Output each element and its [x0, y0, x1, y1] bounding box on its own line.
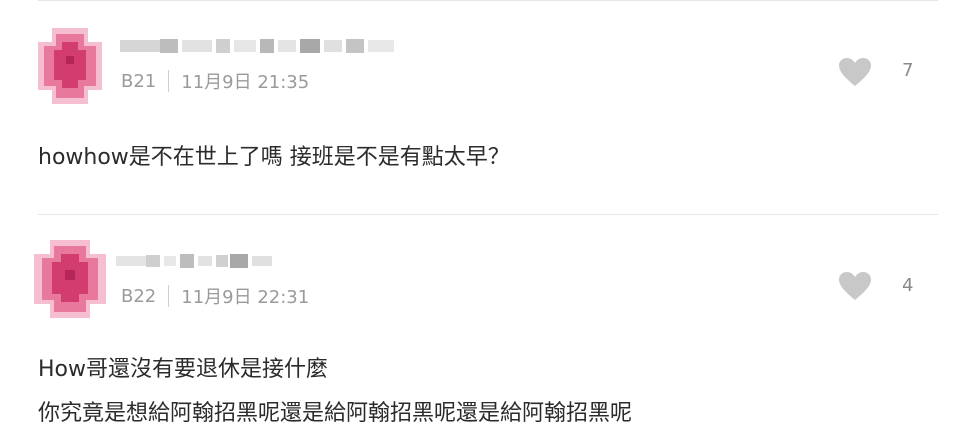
meta-separator: [168, 285, 170, 307]
heart-icon: [839, 58, 871, 86]
avatar[interactable]: [34, 240, 106, 318]
comment-timestamp: 11月9日 21:35: [181, 72, 310, 93]
like-count: 7: [902, 60, 914, 81]
floor-number: B21: [121, 70, 157, 92]
comment-divider: [38, 214, 938, 215]
username-blurred[interactable]: [120, 37, 400, 55]
comment-text-line: How哥還沒有要退休是接什麼: [38, 357, 328, 382]
like-button[interactable]: [838, 271, 872, 301]
comment-timestamp: 11月9日 22:31: [181, 287, 310, 308]
like-button[interactable]: [838, 57, 872, 87]
comment-text: howhow是不在世上了嗎 接班是不是有點太早？: [38, 145, 510, 170]
floor-number: B22: [121, 285, 157, 307]
comment-meta: B21 11月9日 21:35: [121, 68, 309, 94]
like-count: 4: [902, 275, 914, 296]
avatar[interactable]: [38, 28, 102, 104]
comment-text-line: 你究竟是想給阿翰招黑呢還是給阿翰招黑呢還是給阿翰招黑呢: [38, 401, 633, 426]
heart-icon: [839, 272, 871, 300]
top-divider: [38, 0, 938, 1]
meta-separator: [168, 70, 170, 92]
username-blurred[interactable]: [116, 252, 276, 270]
comment-meta: B22 11月9日 22:31: [121, 283, 309, 309]
comment-thread: B21 11月9日 21:35 7 howhow是不在世上了嗎 接班是不是有點太…: [0, 0, 963, 446]
